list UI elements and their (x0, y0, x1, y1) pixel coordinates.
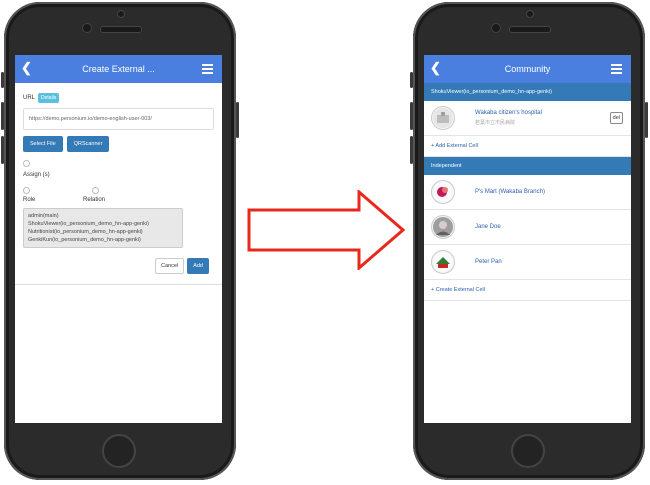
list-item[interactable]: P's Mart (Wakaba Branch) (424, 175, 631, 210)
page-title: Community (504, 64, 551, 74)
add-button[interactable]: Add (187, 258, 209, 274)
cell-name: Peter Pan (475, 259, 502, 265)
assign-label: Assign (s) (23, 172, 50, 178)
page-title: Create External ... (82, 64, 155, 74)
hamburger-menu-icon[interactable] (611, 64, 622, 76)
chevron-left-icon[interactable]: ❮ (21, 60, 32, 76)
select-file-button[interactable]: Select File (23, 136, 63, 152)
relation-radio[interactable] (92, 187, 99, 194)
role-select-list[interactable]: admin(main) ShokuViewer(io_personium_dem… (23, 208, 183, 248)
cell-name: P's Mart (Wakaba Branch) (475, 189, 545, 195)
divider (15, 284, 222, 285)
list-item[interactable]: Wakaba citizen's hospital 若葉市立市民病院 del (424, 101, 631, 136)
create-external-cell-screen: ❮ Create External ... URL Details https:… (15, 55, 222, 423)
home-button[interactable] (511, 434, 545, 468)
community-screen: ❮ Community ShokuViewer(io_personium_dem… (424, 55, 631, 423)
relation-label: Relation (83, 197, 106, 203)
chevron-left-icon[interactable]: ❮ (430, 60, 441, 76)
hospital-avatar (431, 106, 455, 130)
home-button[interactable] (102, 434, 136, 468)
list-item[interactable]: Peter Pan (424, 245, 631, 280)
cell-subtitle: 若葉市立市民病院 (475, 120, 516, 126)
qr-scanner-button[interactable]: QRScanner (66, 136, 110, 152)
role-option[interactable]: Nutritionist(io_personium_demo_hn-app-ge… (28, 228, 178, 236)
section-header: Independent (424, 157, 631, 175)
url-input[interactable]: https://demo.personium.io/demo-english-u… (23, 108, 214, 130)
details-button[interactable]: Details (38, 93, 60, 103)
person-avatar (431, 250, 455, 274)
app-header: ❮ Community (424, 55, 631, 83)
url-label: URL (23, 95, 36, 101)
shop-avatar (431, 180, 455, 204)
assign-checkbox[interactable] (23, 160, 30, 167)
cell-name: Wakaba citizen's hospital (475, 110, 542, 116)
add-external-cell-link[interactable]: + Add External Cell (424, 136, 631, 157)
delete-button[interactable]: del (609, 112, 623, 124)
role-option[interactable]: ShokuViewer(io_personium_demo_hn-app-gen… (28, 220, 178, 228)
role-option[interactable]: GenkiKun(io_personium_demo_hn-app-genki) (28, 236, 178, 244)
role-radio[interactable] (23, 187, 30, 194)
hamburger-menu-icon[interactable] (202, 64, 213, 76)
role-option[interactable]: admin(main) (28, 212, 178, 220)
cell-name: Jane Doe (475, 224, 501, 230)
person-avatar (431, 215, 455, 239)
app-header: ❮ Create External ... (15, 55, 222, 83)
create-external-cell-link[interactable]: + Create External Cell (424, 280, 631, 301)
right-arrow-icon (247, 190, 406, 270)
left-phone-frame: ❮ Create External ... URL Details https:… (1, 2, 239, 480)
role-label: Role (23, 197, 36, 203)
right-phone-frame: ❮ Community ShokuViewer(io_personium_dem… (410, 2, 648, 480)
list-item[interactable]: Jane Doe (424, 210, 631, 245)
section-header: ShokuViewer(io_personium_demo_hn-app-gen… (424, 83, 631, 101)
cancel-button[interactable]: Cancel (155, 258, 185, 274)
